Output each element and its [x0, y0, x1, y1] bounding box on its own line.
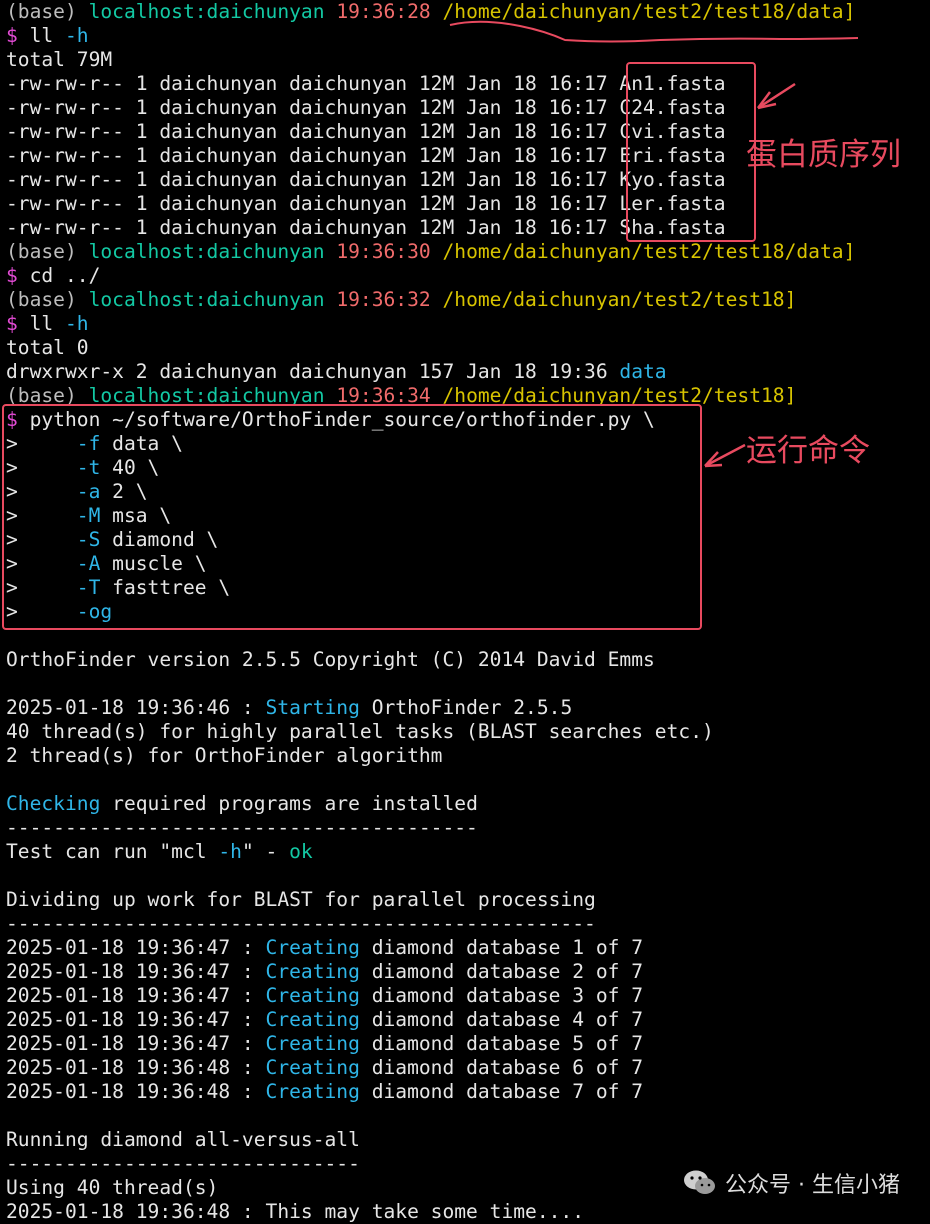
arrow-to-files-head — [757, 91, 777, 110]
watermark-text: 公众号 · 生信小猪 — [725, 1173, 900, 1198]
path-underline-scribble — [449, 20, 859, 43]
annotation-arrows — [449, 20, 859, 468]
arrow-to-files — [757, 82, 796, 110]
watermark: 公众号 · 生信小猪 — [683, 1167, 900, 1199]
wechat-icon — [684, 1170, 716, 1194]
arrow-to-command — [704, 443, 746, 468]
